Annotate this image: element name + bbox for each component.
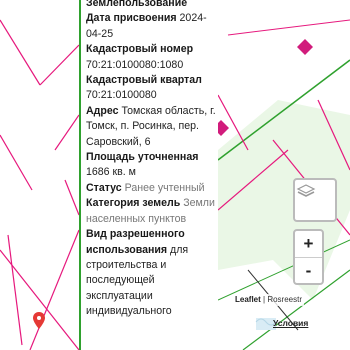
leaflet-link[interactable]: Leaflet <box>235 295 261 304</box>
attribution-source: Rosreestr <box>267 295 303 304</box>
terms-link[interactable]: Условия <box>273 318 308 328</box>
cad-quarter-row: Кадастровый квартал 70:21:0100080 <box>86 73 217 104</box>
parcel-info-panel: Землепользование Дата присвоения 2024-04… <box>81 0 218 350</box>
cad-number-value: 70:21:0100080:1080 <box>86 58 184 71</box>
cad-quarter-label: Кадастровый квартал <box>86 74 202 87</box>
address-label: Адрес <box>86 104 119 117</box>
area-label: Площадь уточненная <box>86 151 199 164</box>
location-pin-icon[interactable] <box>0 0 79 350</box>
area-row: Площадь уточненная 1686 кв. м <box>86 150 217 181</box>
layers-button[interactable] <box>293 178 337 222</box>
assign-date-label: Дата присвоения <box>86 12 177 25</box>
assign-date-row: Дата присвоения 2024-04-25 <box>86 11 217 42</box>
zoom-control: + - <box>293 229 324 285</box>
zoom-out-button[interactable]: - <box>295 258 322 284</box>
area-value: 1686 кв. м <box>86 166 136 179</box>
status-value: Ранее учтенный <box>124 181 205 194</box>
category-label: Категория земель <box>86 197 181 210</box>
cad-number-row: Кадастровый номер 70:21:0100080:1080 <box>86 42 217 73</box>
permitted-use-row: Вид разрешенного использования для строи… <box>86 227 217 319</box>
status-row: Статус Ранее учтенный <box>86 181 217 196</box>
category-row: Категория земель Земли населенных пункто… <box>86 196 217 227</box>
zoom-in-button[interactable]: + <box>295 231 322 258</box>
cad-number-label: Кадастровый номер <box>86 43 194 56</box>
cad-quarter-value: 70:21:0100080 <box>86 89 157 102</box>
land-use-tail: Землепользование <box>86 0 188 9</box>
address-row: Адрес Томская область, г. Томск, п. Роси… <box>86 104 217 150</box>
parcel-marker-icon <box>297 39 313 55</box>
parcel-marker-icon <box>218 120 229 136</box>
map-area[interactable]: + - Leaflet | Rosreestr Условия <box>218 0 350 350</box>
status-label: Статус <box>86 181 122 194</box>
map-attribution: Leaflet | Rosreestr <box>233 294 305 306</box>
layers-stack-icon <box>296 184 316 197</box>
left-map-area[interactable] <box>0 0 79 350</box>
